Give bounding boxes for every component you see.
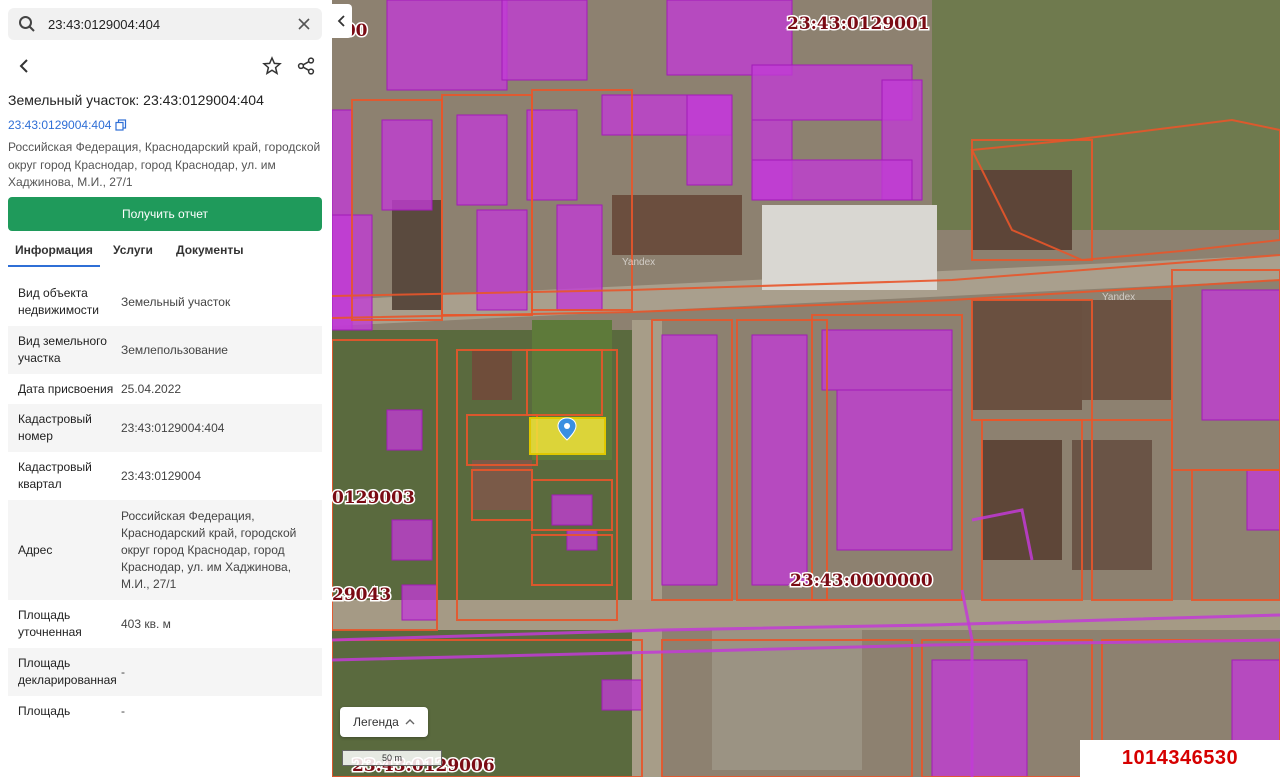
- info-value: -: [121, 703, 125, 718]
- tab-services[interactable]: Услуги: [113, 243, 153, 257]
- map-canvas[interactable]: 23:43:0129001 000 0129003 29043 23:43:00…: [332, 0, 1280, 777]
- info-value: -: [121, 664, 125, 679]
- info-row: Адрес Российская Федерация, Краснодарский…: [8, 500, 322, 600]
- map-label-quarter: 0129003: [332, 488, 415, 508]
- close-icon[interactable]: [296, 16, 312, 32]
- panel-toolbar: [8, 52, 322, 80]
- object-address: Российская Федерация, Краснодарский край…: [8, 140, 321, 189]
- star-icon[interactable]: [262, 56, 282, 76]
- info-key: Площадь: [18, 703, 71, 718]
- tab-information[interactable]: Информация: [8, 243, 100, 267]
- info-key: Адрес: [18, 542, 53, 557]
- info-key: Кадастровый номер: [18, 412, 92, 443]
- info-key: Площадь декларированная: [18, 656, 117, 687]
- map-label-quarter: 23:43:0129001: [787, 14, 930, 34]
- map-label-quarter: 23:43:0000000: [790, 571, 933, 591]
- info-key: Дата присвоения: [18, 381, 114, 396]
- search-bar[interactable]: 23:43:0129004:404: [8, 8, 322, 40]
- tab-documents[interactable]: Документы: [176, 243, 243, 257]
- info-row: Кадастровый номер 23:43:0129004:404: [8, 404, 322, 452]
- legend-label: Легенда: [353, 715, 399, 729]
- info-value: Земельный участок: [121, 294, 231, 309]
- chevron-up-icon: [405, 719, 415, 725]
- info-panel: 23:43:0129004:404 Земельный участок: 23:…: [0, 0, 332, 777]
- search-input[interactable]: 23:43:0129004:404: [48, 17, 296, 32]
- satellite-map[interactable]: 23:43:0129001 000 0129003 29043 23:43:00…: [332, 0, 1280, 777]
- cadastral-link[interactable]: 23:43:0129004:404: [8, 118, 127, 132]
- share-icon[interactable]: [296, 56, 316, 76]
- info-value: Землепользование: [121, 342, 228, 357]
- info-key: Вид земельного участка: [18, 334, 107, 365]
- listing-id-watermark: 1014346530: [1080, 740, 1280, 777]
- info-row: Площадь декларированная -: [8, 648, 322, 696]
- info-row: Вид земельного участка Землепользование: [8, 326, 322, 374]
- info-table: Вид объекта недвижимости Земельный участо…: [8, 278, 322, 726]
- map-label-quarter: 29043: [332, 585, 391, 605]
- get-report-button[interactable]: Получить отчет: [8, 197, 322, 231]
- info-row: Площадь -: [8, 696, 322, 726]
- info-row: Вид объекта недвижимости Земельный участо…: [8, 278, 322, 326]
- tab-bar: Информация Услуги Документы: [8, 240, 322, 268]
- info-row: Площадь уточненная 403 кв. м: [8, 600, 322, 648]
- map-watermark: Yandex: [622, 257, 655, 268]
- collapse-panel-button[interactable]: [332, 4, 352, 38]
- info-value: 25.04.2022: [121, 381, 182, 396]
- cadastral-link-text[interactable]: 23:43:0129004:404: [8, 118, 111, 132]
- info-value: 403 кв. м: [121, 616, 171, 631]
- info-value: Российская Федерация, Краснодарский край…: [121, 508, 297, 591]
- page-title: Земельный участок: 23:43:0129004:404: [8, 92, 264, 108]
- map-watermark: Yandex: [1102, 292, 1135, 303]
- info-row: Дата присвоения 25.04.2022: [8, 374, 322, 404]
- copy-icon[interactable]: [115, 119, 127, 131]
- info-value: 23:43:0129004:404: [121, 420, 225, 435]
- search-icon: [19, 16, 35, 32]
- info-key: Кадастровый квартал: [18, 460, 92, 491]
- chevron-left-icon: [337, 15, 345, 27]
- info-key: Вид объекта недвижимости: [18, 286, 99, 317]
- back-arrow-icon[interactable]: [14, 56, 34, 76]
- scale-label: 50 m: [381, 753, 402, 763]
- map-scale: 50 m: [342, 750, 442, 766]
- legend-button[interactable]: Легенда: [340, 707, 428, 737]
- info-key: Площадь уточненная: [18, 608, 82, 639]
- info-value: 23:43:0129004: [121, 468, 202, 483]
- info-row: Кадастровый квартал 23:43:0129004: [8, 452, 322, 500]
